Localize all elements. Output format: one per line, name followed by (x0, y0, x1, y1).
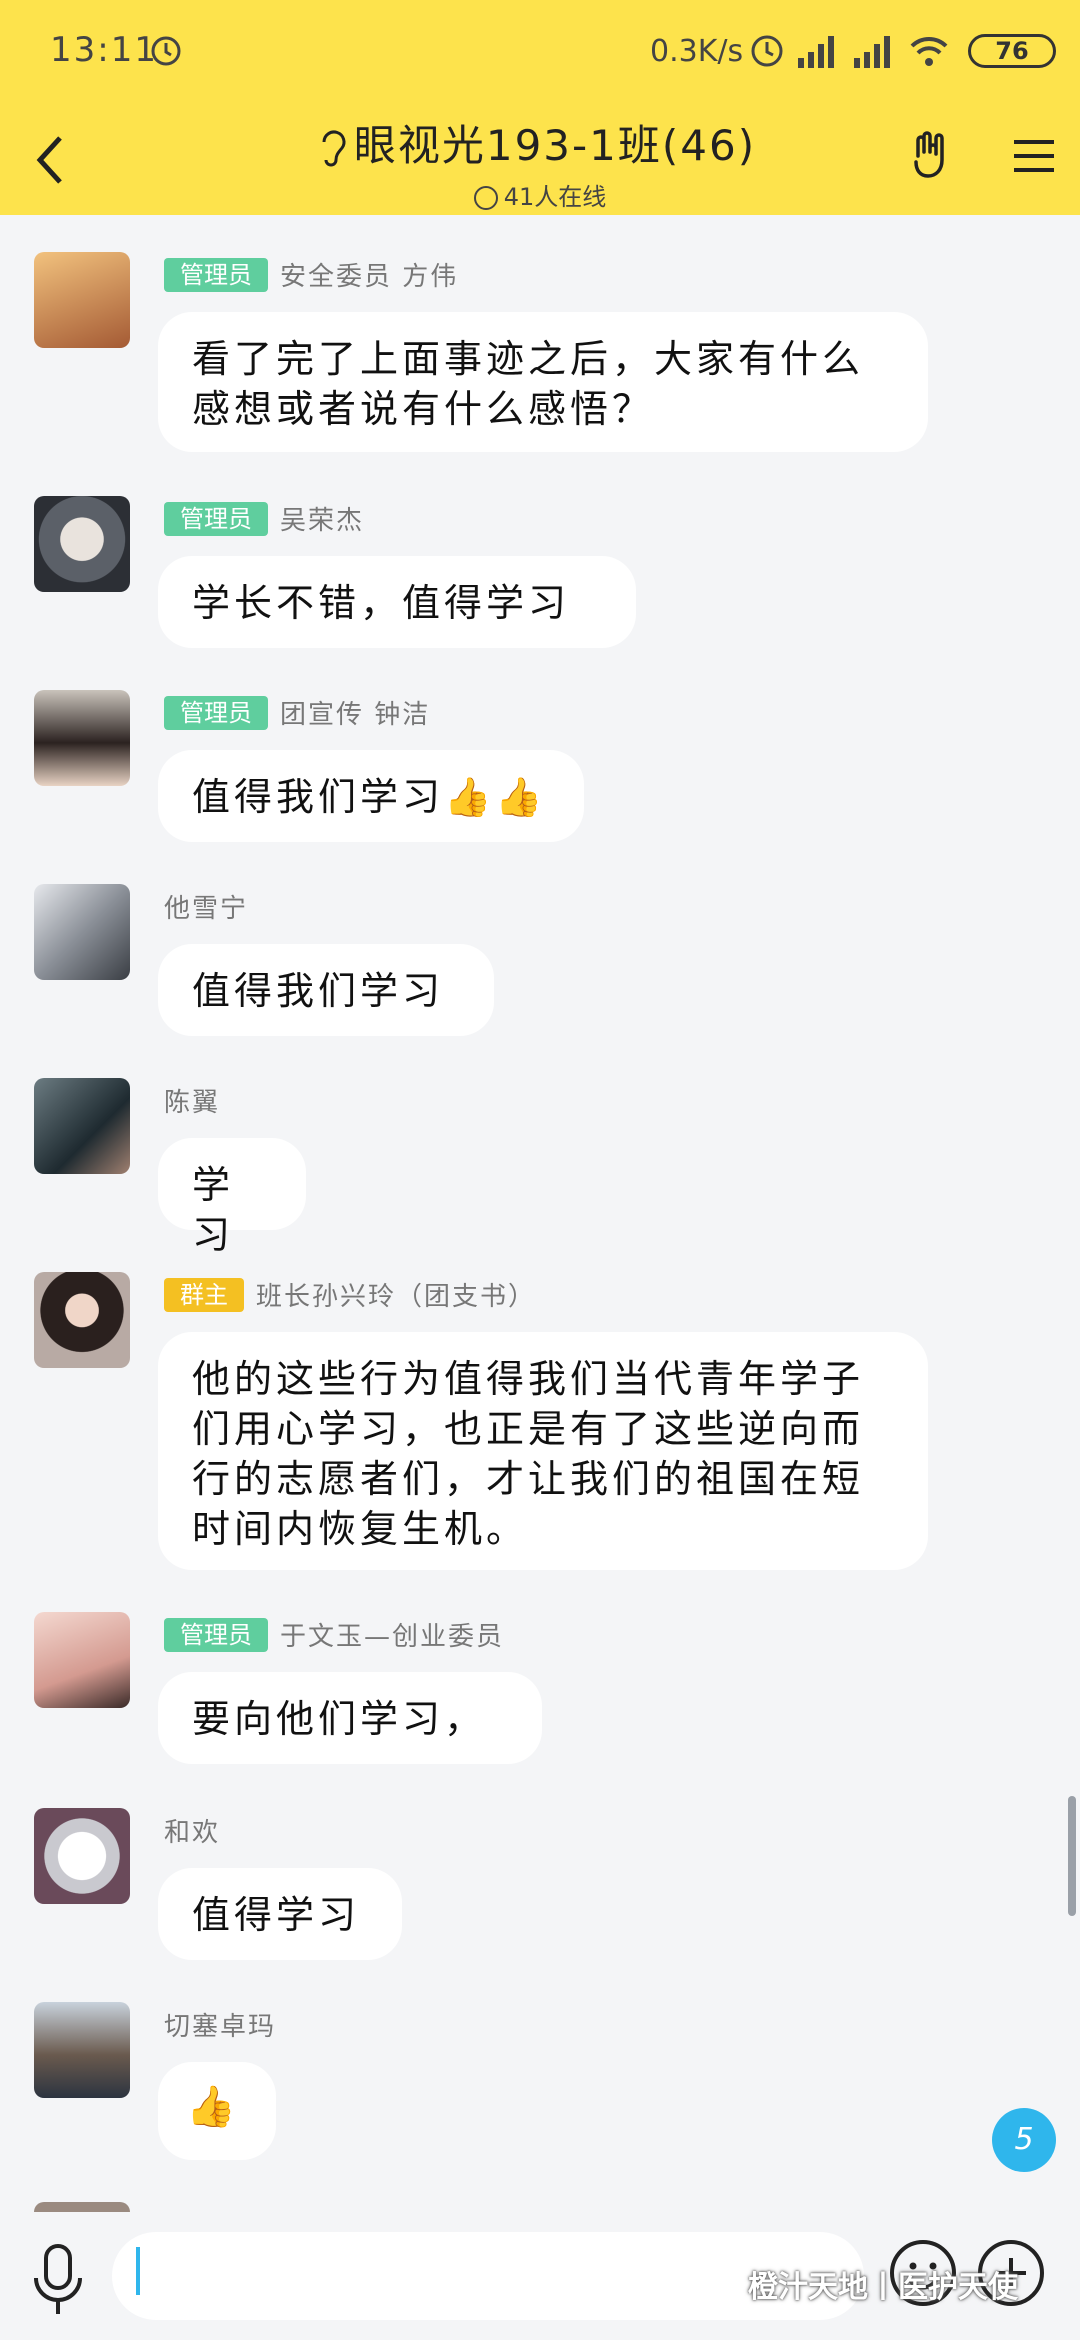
message-bubble[interactable]: 要向他们学习， (158, 1672, 542, 1764)
sender-meta: 和欢 (164, 1812, 220, 1852)
avatar[interactable] (34, 884, 130, 980)
net-speed: 0.3K/s (650, 34, 744, 69)
avatar (34, 2202, 130, 2212)
message-bubble[interactable]: 学长不错，值得学习 (158, 556, 636, 648)
battery-indicator: 76 (968, 34, 1056, 68)
text-caret (136, 2247, 140, 2295)
message-bubble[interactable]: 学习 (158, 1138, 306, 1257)
avatar[interactable] (34, 1612, 130, 1708)
sender-name: 切塞卓玛 (164, 2012, 277, 2042)
avatar[interactable] (34, 496, 130, 592)
admin-badge: 管理员 (164, 1617, 268, 1652)
status-bar: 13:11 0.3K/s 76 (0, 0, 1080, 100)
sender-meta: 陈翼 (164, 1082, 220, 1122)
hand-gesture-icon[interactable] (906, 128, 960, 182)
sender-name: 和欢 (164, 1818, 221, 1848)
message-bubble[interactable]: 值得我们学习👍👍 (158, 750, 584, 842)
back-icon[interactable] (30, 130, 70, 190)
sender-name: 吴荣杰 (280, 506, 365, 536)
avatar[interactable] (34, 1272, 130, 1368)
sender-meta: 管理员 团宣传 钟洁 (164, 694, 430, 734)
new-messages-button[interactable]: 5 (992, 2108, 1056, 2172)
sender-name: 安全委员 方伟 (280, 262, 459, 292)
sender-meta: 管理员 安全委员 方伟 (164, 256, 458, 296)
avatar[interactable] (34, 690, 130, 786)
avatar[interactable] (34, 1078, 130, 1174)
ear-icon (322, 130, 346, 167)
sender-name: 陈翼 (164, 1088, 221, 1118)
alarm-icon (151, 36, 181, 66)
scrollbar[interactable] (1068, 1796, 1076, 1916)
admin-badge: 管理员 (164, 501, 268, 536)
avatar[interactable] (34, 1808, 130, 1904)
signal-icon (854, 36, 890, 68)
owner-badge: 群主 (164, 1277, 244, 1312)
message-bubble[interactable]: 👍 (158, 2062, 276, 2160)
sender-meta: 管理员 于文玉—创业委员 (164, 1616, 504, 1656)
status-time: 13:11 (50, 30, 158, 70)
message-bubble[interactable]: 他的这些行为值得我们当代青年学子们用心学习，也正是有了这些逆向而行的志愿者们，才… (158, 1332, 928, 1570)
top-bar: 13:11 0.3K/s 76 眼视光193-1班(46) 41人在线 (0, 0, 1080, 215)
admin-badge: 管理员 (164, 257, 268, 292)
message-bubble[interactable]: 值得学习 (158, 1868, 402, 1960)
sender-meta: 切塞卓玛 (164, 2006, 276, 2046)
sender-meta: 群主 班长孙兴玲（团支书） (164, 1276, 536, 1316)
watermark: 橙汁天地丨医护天使 (748, 2270, 1018, 2305)
sender-meta: 管理员 吴荣杰 (164, 500, 364, 540)
group-title: 眼视光193-1班(46) (353, 121, 757, 170)
sender-name: 他雪宁 (164, 894, 249, 924)
avatar[interactable] (34, 252, 130, 348)
sender-name: 团宣传 钟洁 (280, 700, 431, 730)
signal-icon (798, 36, 834, 68)
online-text: 41人在线 (503, 183, 607, 211)
admin-badge: 管理员 (164, 695, 268, 730)
chat-header: 眼视光193-1班(46) 41人在线 (0, 100, 1080, 215)
online-count: 41人在线 (300, 177, 780, 212)
wifi-icon (910, 36, 948, 66)
chevron-down-icon (473, 186, 498, 210)
title-area[interactable]: 眼视光193-1班(46) 41人在线 (300, 112, 780, 212)
message-bubble[interactable]: 看了完了上面事迹之后，大家有什么感想或者说有什么感悟？ (158, 312, 928, 452)
sender-meta: 他雪宁 (164, 888, 248, 928)
mic-icon[interactable] (30, 2240, 86, 2320)
avatar[interactable] (34, 2002, 130, 2098)
message-bubble[interactable]: 值得我们学习 (158, 944, 494, 1036)
sender-name: 班长孙兴玲（团支书） (256, 1282, 537, 1312)
menu-icon[interactable] (1012, 136, 1056, 176)
alarm-icon (751, 35, 783, 67)
sender-name: 于文玉—创业委员 (280, 1622, 505, 1652)
